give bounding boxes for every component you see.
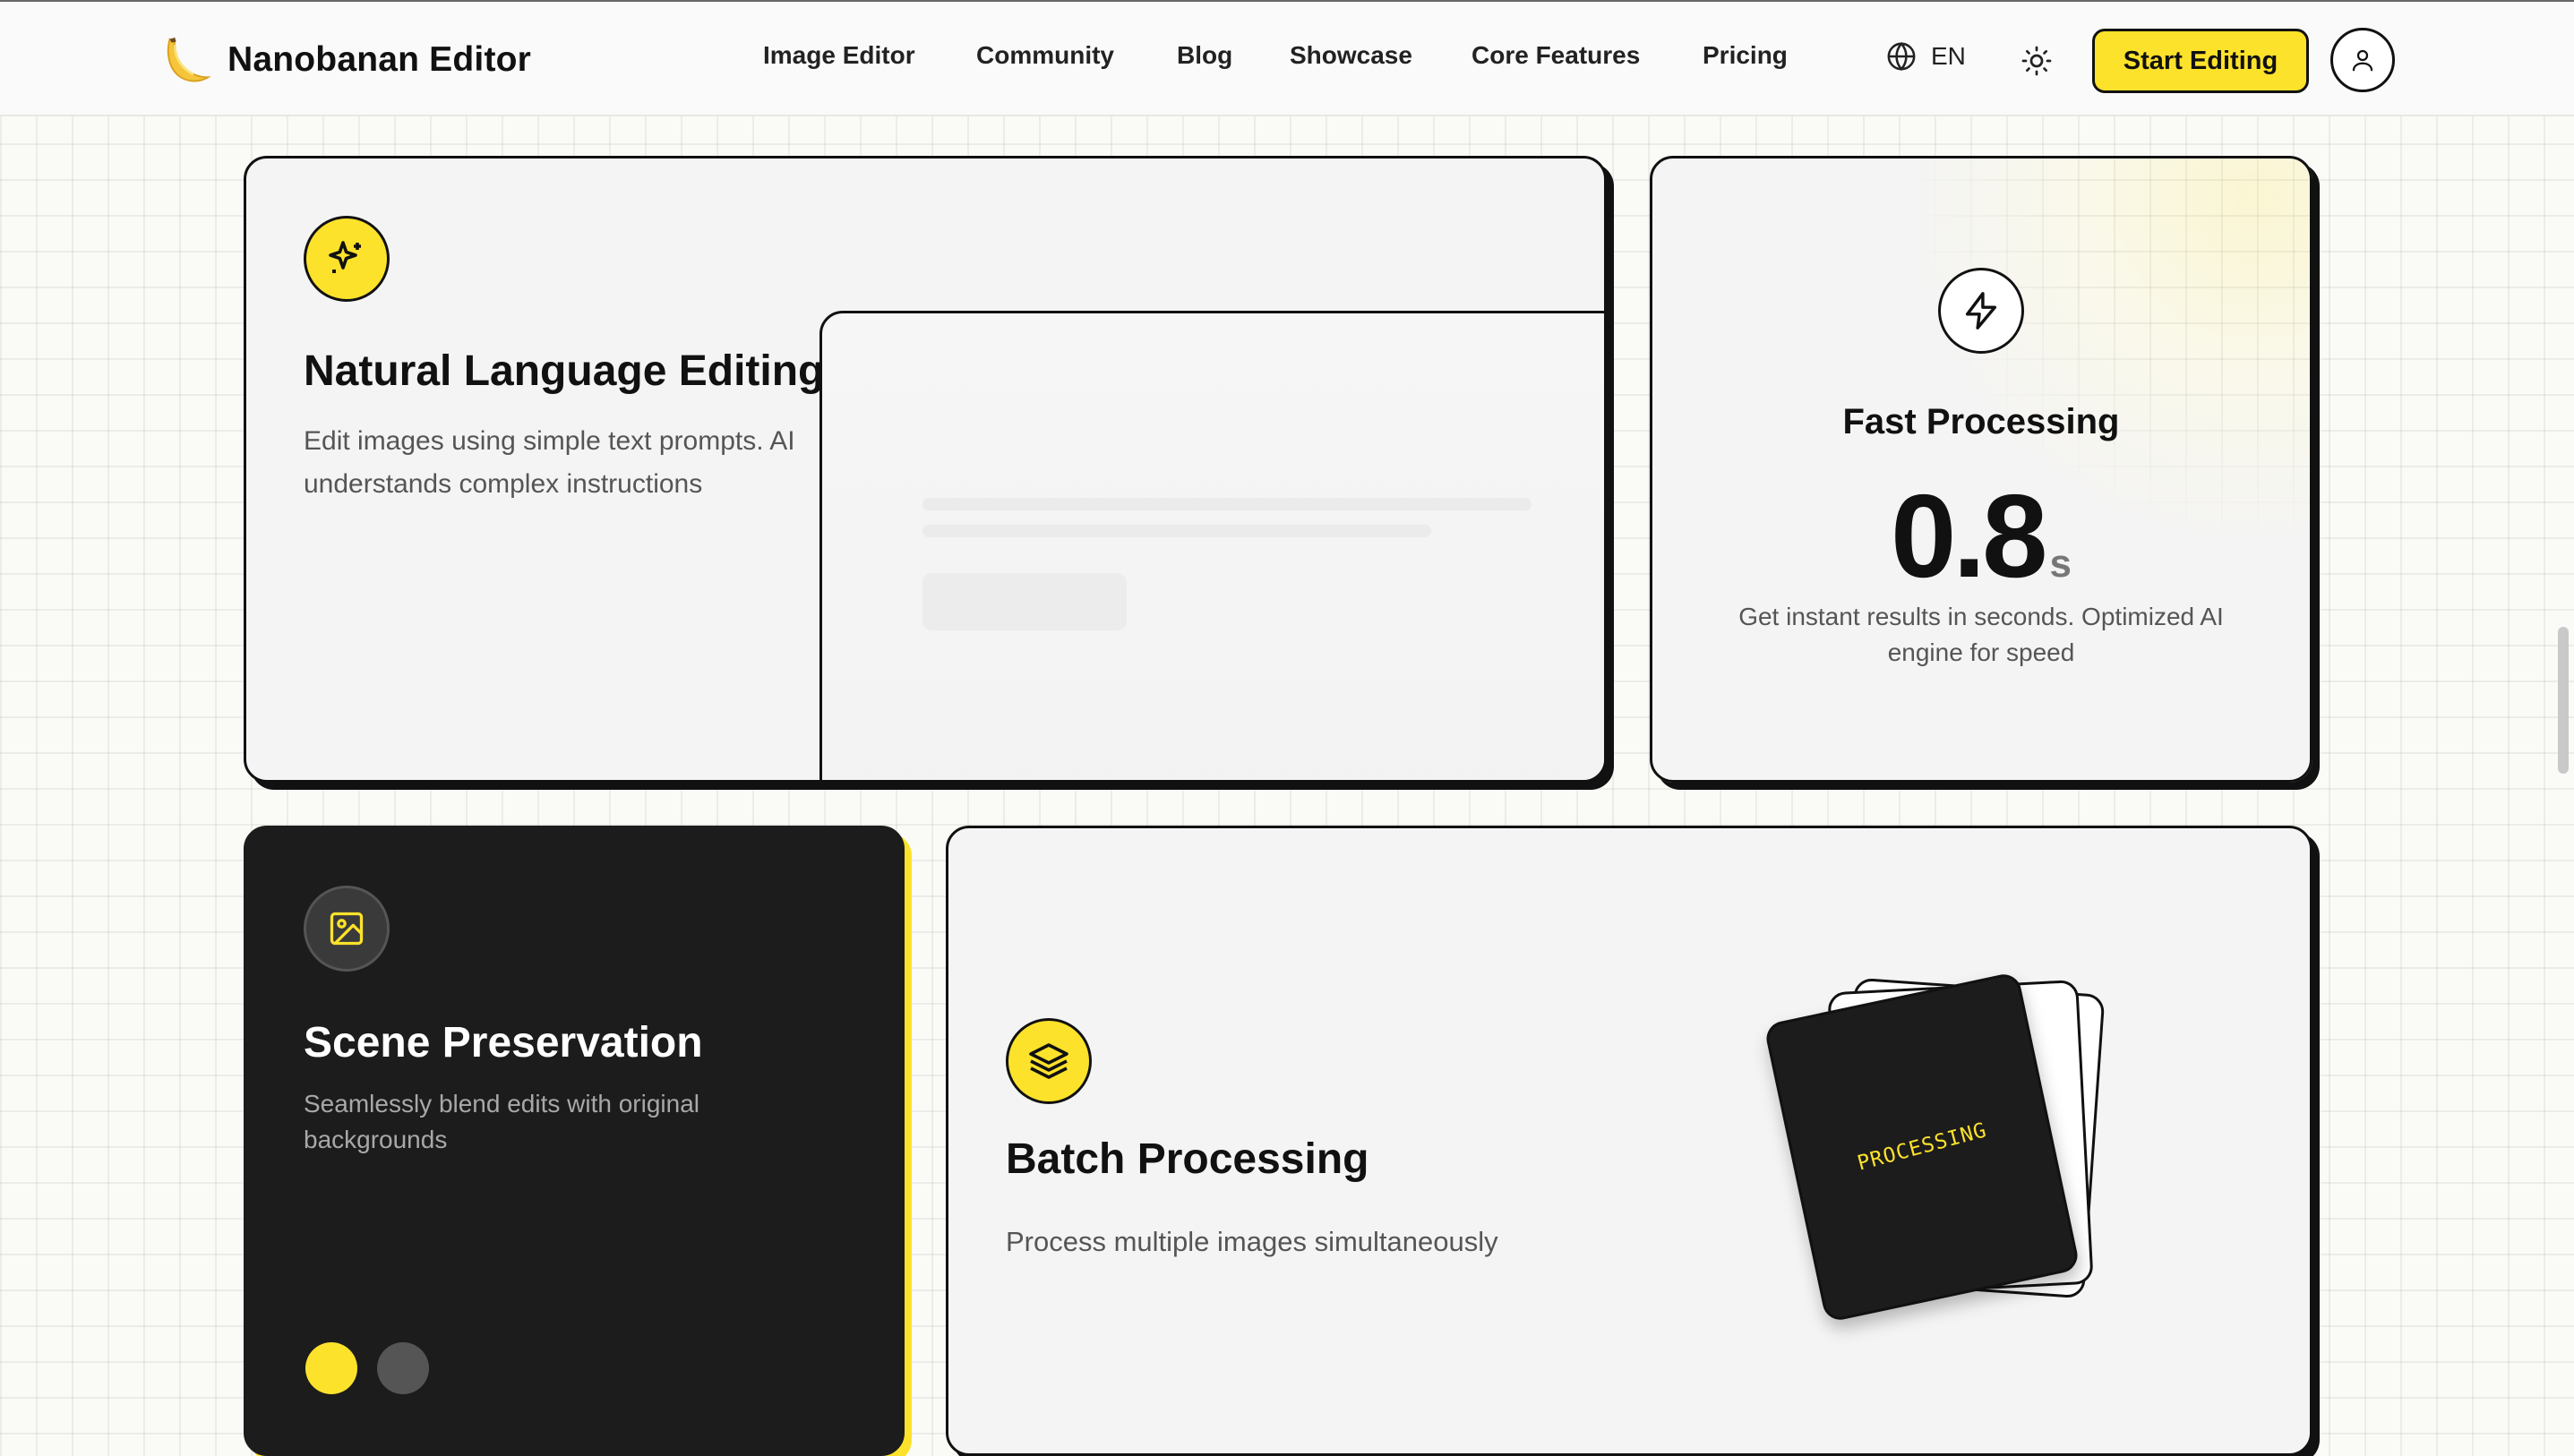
desc-line: engine for speed <box>1887 638 2075 666</box>
desc-line: Get instant results in seconds. Optimize… <box>1738 603 2224 630</box>
nav-showcase[interactable]: Showcase <box>1290 41 1412 70</box>
feature-card-natural-language: Natural Language Editing Edit images usi… <box>244 156 1607 783</box>
brand-name: Nanobanan Editor <box>227 40 532 79</box>
desc-line: Edit images using simple text prompts. A… <box>304 426 795 456</box>
layers-icon <box>1029 1043 1068 1079</box>
desc-line: Seamlessly blend edits with original <box>304 1090 699 1118</box>
image-icon <box>330 912 364 946</box>
card-description: Process multiple images simultaneously <box>1006 1226 1498 1257</box>
globe-icon <box>1887 41 1916 72</box>
yellow-dot-indicator <box>305 1342 357 1394</box>
user-icon <box>2352 49 2373 72</box>
stat-unit: s <box>2049 542 2072 586</box>
language-selector[interactable]: EN <box>1886 41 1966 72</box>
processing-time-stat: 0.8 s <box>1652 468 2310 604</box>
feature-card-batch-processing: Batch Processing Process multiple images… <box>946 826 2312 1456</box>
feature-icon-badge <box>1938 268 2024 354</box>
banana-icon <box>167 37 211 82</box>
skeleton-line <box>922 525 1431 537</box>
site-header: Nanobanan Editor Image Editor Community … <box>0 2 2574 116</box>
skeleton-line <box>922 498 1532 510</box>
nav-blog[interactable]: Blog <box>1177 41 1232 70</box>
card-title: Fast Processing <box>1842 402 2120 441</box>
feature-icon-badge <box>1006 1018 1092 1104</box>
stat-value: 0.8 <box>1891 470 2047 602</box>
start-editing-button[interactable]: Start Editing <box>2092 29 2309 93</box>
nav-pricing[interactable]: Pricing <box>1703 41 1788 70</box>
nav-community[interactable]: Community <box>976 41 1114 70</box>
card-title: Scene Preservation <box>304 1019 703 1066</box>
card-description: Edit images using simple text prompts. A… <box>304 420 931 506</box>
language-label: EN <box>1931 42 1966 70</box>
editor-preview-mockup <box>819 311 1604 780</box>
page: Nanobanan Editor Image Editor Community … <box>0 0 2574 1456</box>
brand-link[interactable]: Nanobanan Editor <box>158 32 531 88</box>
skeleton-button <box>922 573 1127 630</box>
user-account-button[interactable] <box>2330 28 2395 92</box>
nav-image-editor[interactable]: Image Editor <box>763 41 915 70</box>
card-description: Seamlessly blend edits with original bac… <box>304 1086 805 1158</box>
feature-icon-badge <box>304 216 390 302</box>
nav-core-features[interactable]: Core Features <box>1471 41 1640 70</box>
desc-line: understands complex instructions <box>304 469 703 499</box>
card-title: Batch Processing <box>1006 1135 1369 1183</box>
sun-icon[interactable] <box>2021 45 2053 77</box>
sparkles-icon <box>329 241 361 273</box>
card-title: Natural Language Editing <box>304 347 825 395</box>
desc-line: backgrounds <box>304 1126 448 1153</box>
processing-label: PROCESSING <box>1854 1118 1990 1176</box>
feature-icon-badge <box>304 886 390 972</box>
feature-card-scene-preservation: Scene Preservation Seamlessly blend edit… <box>244 826 905 1456</box>
lightning-icon <box>1965 292 1997 330</box>
card-description: Get instant results in seconds. Optimize… <box>1652 599 2310 671</box>
gray-dot-indicator <box>377 1342 429 1394</box>
feature-card-fast-processing: Fast Processing 0.8 s Get instant results… <box>1650 156 2312 783</box>
page-scrollbar-thumb[interactable] <box>2558 627 2569 774</box>
